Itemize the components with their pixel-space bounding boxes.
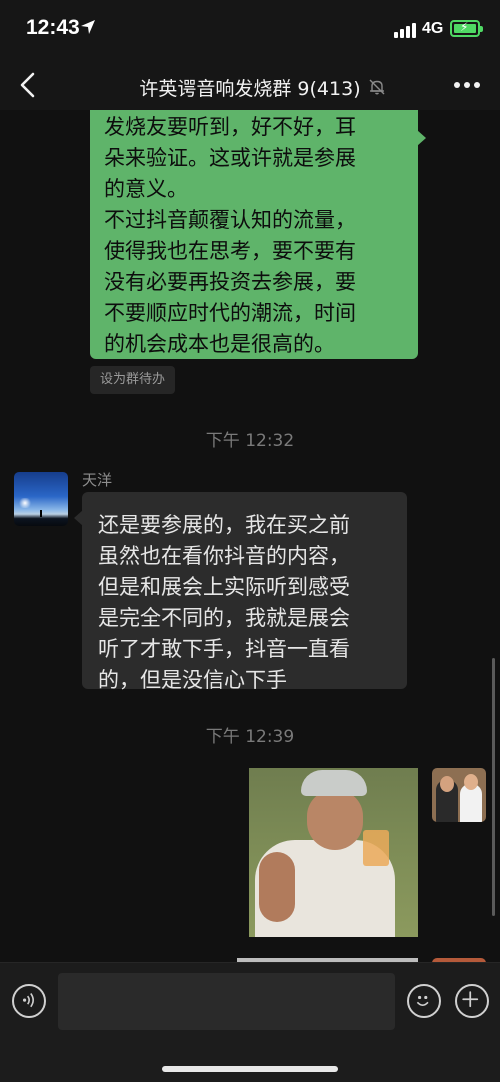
input-bar [0, 962, 500, 1082]
message-line: 不要顺应时代的潮流，时间 [104, 301, 356, 325]
message-line: 的，但是没信心下手 [98, 668, 287, 692]
message-line: 是完全不同的，我就是展会 [98, 606, 350, 630]
emoji-icon[interactable] [407, 984, 441, 1018]
plus-icon[interactable] [455, 984, 489, 1018]
message-line: 发烧友要听到，好不好，耳 [104, 115, 356, 139]
message-line: 还是要参展的，我在买之前 [98, 513, 350, 537]
message-line: 没有必要再投资去参展，要 [104, 270, 356, 294]
message-line: 虽然也在看你抖音的内容， [98, 544, 350, 568]
home-indicator[interactable] [162, 1066, 338, 1072]
image-message[interactable] [249, 768, 418, 937]
network-type: 4G [422, 20, 444, 37]
status-bar: 12:43 4G ⚡ [0, 0, 500, 60]
status-time: 12:43 [26, 16, 80, 39]
message-line: 的意义。 [104, 177, 188, 201]
location-arrow-icon [81, 20, 95, 34]
scrollbar[interactable] [492, 658, 495, 916]
chat-title: 许英谔音响发烧群 9(413) [139, 78, 361, 100]
signal-icon [394, 22, 416, 38]
sent-message-bubble[interactable]: 发烧友要听到，好不好，耳 朵来验证。这或许就是参展 的意义。 不过抖音颠覆认知的… [90, 110, 426, 359]
timestamp: 下午 12:39 [205, 727, 295, 747]
battery-charging-icon: ⚡ [450, 20, 483, 37]
avatar[interactable] [432, 768, 486, 822]
nav-bar: 许英谔音响发烧群 9(413) [0, 60, 500, 110]
voice-icon[interactable] [12, 984, 46, 1018]
message-line: 但是和展会上实际听到感受 [98, 575, 350, 599]
mute-bell-icon [369, 79, 385, 95]
avatar[interactable] [14, 472, 68, 526]
timestamp: 下午 12:32 [205, 431, 295, 451]
received-message-bubble[interactable]: 还是要参展的，我在买之前 虽然也在看你抖音的内容， 但是和展会上实际听到感受 是… [74, 492, 407, 692]
more-dots-icon[interactable] [454, 82, 480, 90]
message-line: 的机会成本也是很高的。 [104, 332, 335, 356]
message-line: 不过抖音颠覆认知的流量， [104, 208, 356, 232]
sender-name: 天洋 [82, 471, 113, 489]
chat-area[interactable]: 发烧友要听到，好不好，耳 朵来验证。这或许就是参展 的意义。 不过抖音颠覆认知的… [0, 110, 500, 962]
message-line: 朵来验证。这或许就是参展 [104, 146, 356, 170]
set-group-todo-button[interactable]: 设为群待办 [90, 366, 176, 394]
message-line: 听了才敢下手，抖音一直看 [98, 637, 350, 661]
message-input[interactable] [58, 973, 395, 1030]
message-line: 使得我也在思考，要不要有 [104, 239, 356, 263]
